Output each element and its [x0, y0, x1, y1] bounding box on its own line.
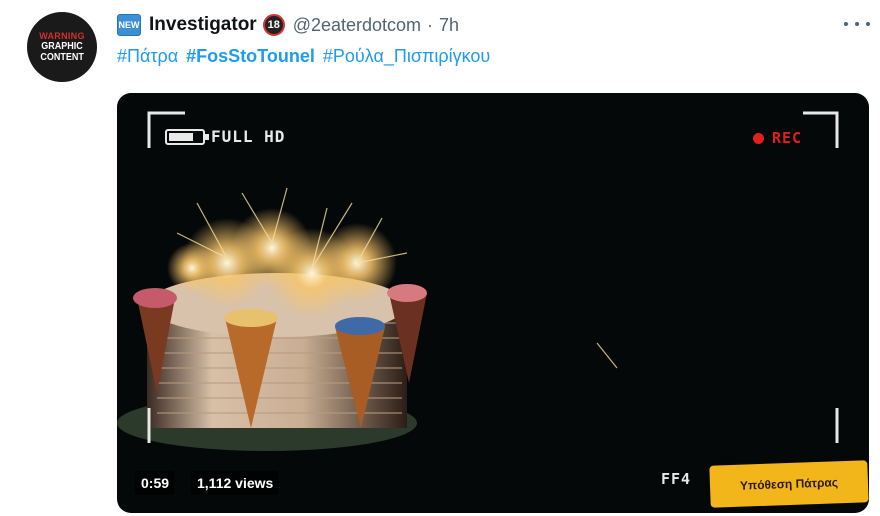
video-player[interactable]: FULL HD REC FF4 Υπόθεση Πάτρας 0:59 1,11…: [117, 93, 869, 513]
case-banner: Υπόθεση Πάτρας: [709, 460, 869, 508]
hud-full-hd: FULL HD: [165, 127, 285, 146]
more-dots-icon[interactable]: [844, 14, 870, 34]
hud-rec: REC: [753, 129, 802, 147]
hud-ff4: FF4: [661, 470, 692, 488]
video-frame: [117, 111, 839, 451]
hud-rec-label: REC: [772, 129, 803, 147]
hashtags: #Πάτρα #FosStoTounel #Ρούλα_Πισπιρίγκου: [117, 46, 490, 67]
video-duration: 0:59: [135, 471, 176, 495]
rec-dot-icon: [753, 132, 764, 144]
avatar-line-1: GRAPHIC: [41, 41, 83, 52]
new-badge-icon: NEW: [117, 14, 141, 36]
avatar-warning-text: WARNING: [39, 31, 85, 41]
video-views: 1,112 views: [191, 471, 280, 495]
hud-full-hd-label: FULL HD: [211, 127, 286, 146]
tweet-header: NEW Investigator 18 @2eaterdotcom · 7h: [117, 12, 459, 38]
battery-icon: [165, 128, 209, 145]
hashtag-link[interactable]: #FosStoTounel: [186, 46, 315, 67]
separator-dot: ·: [427, 14, 434, 35]
hashtag-link[interactable]: #Πάτρα: [117, 46, 178, 67]
tweet-timestamp[interactable]: 7h: [439, 15, 459, 36]
user-handle[interactable]: @2eaterdotcom: [293, 15, 421, 36]
avatar[interactable]: WARNING GRAPHIC CONTENT: [27, 12, 97, 82]
avatar-line-2: CONTENT: [40, 52, 84, 63]
display-name[interactable]: Investigator: [149, 14, 257, 36]
hashtag-link[interactable]: #Ρούλα_Πισπιρίγκου: [323, 46, 490, 67]
age-18-icon: 18: [262, 14, 285, 36]
tweet[interactable]: WARNING GRAPHIC CONTENT NEW Investigator…: [0, 0, 880, 516]
